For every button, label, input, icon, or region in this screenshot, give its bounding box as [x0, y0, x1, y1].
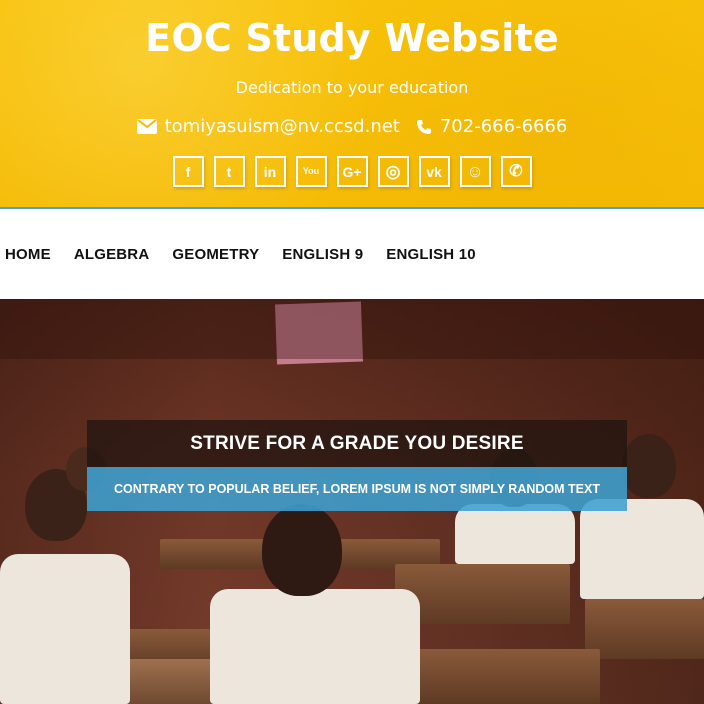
- student-head: [262, 504, 342, 596]
- snapchat-button[interactable]: ☺: [459, 156, 491, 187]
- wall-shadow: [0, 299, 704, 359]
- site-title[interactable]: EOC Study Website: [0, 16, 704, 60]
- student-shirt: [210, 589, 420, 704]
- nav-item-geometry[interactable]: GEOMETRY: [172, 246, 259, 263]
- snapchat-icon: ☺: [466, 162, 484, 181]
- facebook-icon: f: [185, 163, 191, 180]
- instagram-icon: ◎: [385, 162, 401, 181]
- email-text: tomiyasuism@nv.ccsd.net: [164, 116, 400, 137]
- site-tagline: Dedication to your education: [235, 78, 469, 97]
- contact-bar: tomiyasuism@nv.ccsd.net 702-666-6666: [0, 116, 704, 137]
- nav-item-english-9[interactable]: ENGLISH 9: [282, 246, 363, 263]
- nav-item-algebra[interactable]: ALGEBRA: [74, 246, 150, 263]
- vk-icon: vk: [426, 163, 442, 180]
- phone-text: 702-666-6666: [439, 116, 568, 137]
- vk-button[interactable]: vk: [418, 156, 450, 187]
- phone-icon: [416, 119, 431, 134]
- instagram-button[interactable]: ◎: [377, 156, 409, 187]
- facebook-button[interactable]: f: [172, 156, 204, 187]
- student-shirt: [455, 504, 575, 564]
- google-plus-button[interactable]: G+: [336, 156, 368, 187]
- youtube-button[interactable]: You: [295, 156, 327, 187]
- google-plus-icon: G+: [342, 163, 362, 180]
- desk: [585, 599, 704, 659]
- youtube-icon: You: [302, 166, 320, 176]
- envelope-icon: [136, 119, 157, 134]
- twitter-icon: t: [226, 163, 232, 180]
- site-header: EOC Study Website Dedication to your edu…: [0, 0, 704, 209]
- student-shirt: [0, 554, 130, 704]
- phone-contact[interactable]: 702-666-6666: [416, 116, 568, 137]
- twitter-button[interactable]: t: [213, 156, 245, 187]
- nav-item-home[interactable]: HOME: [5, 246, 51, 263]
- linkedin-icon: in: [263, 163, 277, 180]
- linkedin-button[interactable]: in: [254, 156, 286, 187]
- hero-heading: STRIVE FOR A GRADE YOU DESIRE: [87, 420, 627, 467]
- desk: [400, 649, 600, 704]
- nav-item-english-10[interactable]: ENGLISH 10: [386, 246, 476, 263]
- student-shirt: [580, 499, 704, 599]
- whatsapp-icon: ✆: [509, 162, 523, 180]
- student-head: [622, 434, 676, 498]
- hero-banner: STRIVE FOR A GRADE YOU DESIRE CONTRARY T…: [87, 420, 627, 511]
- nav-menu: HOME ALGEBRA GEOMETRY ENGLISH 9 ENGLISH …: [5, 246, 499, 263]
- social-links: f t in You G+ ◎ vk ☺ ✆: [0, 156, 704, 187]
- whatsapp-button[interactable]: ✆: [500, 156, 532, 187]
- hero-subheading: CONTRARY TO POPULAR BELIEF, LOREM IPSUM …: [87, 467, 627, 511]
- email-contact[interactable]: tomiyasuism@nv.ccsd.net: [136, 116, 400, 137]
- desk: [395, 564, 570, 624]
